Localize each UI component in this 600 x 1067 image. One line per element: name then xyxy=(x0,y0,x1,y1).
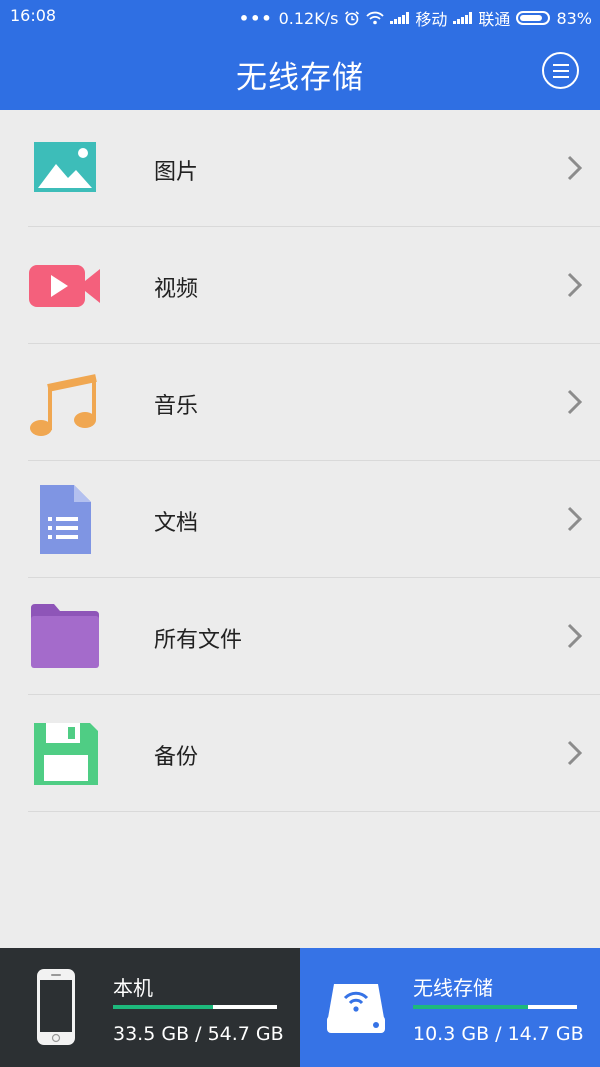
menu-icon-line xyxy=(553,76,569,78)
battery-level: 83% xyxy=(556,8,592,28)
wireless-storage-progress xyxy=(413,1005,577,1009)
wireless-drive-icon xyxy=(327,984,385,1033)
status-bar: 16:08 ••• 0.12K/s 移动 联通 83% xyxy=(0,0,600,32)
carrier-2: 联通 xyxy=(478,10,511,29)
list-item-all-files[interactable]: 所有文件 xyxy=(0,578,600,695)
list-item-label: 视频 xyxy=(154,277,199,302)
progress-fill xyxy=(413,1005,528,1009)
alarm-icon xyxy=(345,11,360,26)
folder-icon xyxy=(31,604,99,668)
list-item-images[interactable]: 图片 xyxy=(0,110,600,227)
list-item-documents[interactable]: 文档 xyxy=(0,461,600,578)
list-item-videos[interactable]: 视频 xyxy=(0,227,600,344)
wireless-storage-panel[interactable]: 无线存储 10.3 GB / 14.7 GB xyxy=(300,948,600,1067)
chevron-right-icon xyxy=(567,389,583,415)
chevron-right-icon xyxy=(567,740,583,766)
divider xyxy=(28,811,600,812)
image-icon xyxy=(34,142,96,192)
list-item-backup[interactable]: 备份 xyxy=(0,695,600,812)
status-icons: ••• 0.12K/s 移动 联通 83% xyxy=(239,6,592,30)
wireless-storage-size: 10.3 GB / 14.7 GB xyxy=(413,1023,584,1045)
menu-icon-line xyxy=(553,64,569,66)
chevron-right-icon xyxy=(567,623,583,649)
wifi-icon xyxy=(366,11,385,25)
list-item-label: 备份 xyxy=(154,745,199,770)
app-bar: 无线存储 xyxy=(0,32,600,110)
music-icon xyxy=(30,374,97,436)
signal-icon xyxy=(390,12,410,24)
phone-icon xyxy=(37,969,75,1045)
more-dots-icon: ••• xyxy=(238,8,273,28)
storage-footer: 本机 33.5 GB / 54.7 GB 无线存储 10.3 GB / 14.7… xyxy=(0,948,600,1067)
list-item-label: 音乐 xyxy=(154,394,199,419)
local-storage-panel[interactable]: 本机 33.5 GB / 54.7 GB xyxy=(0,948,300,1067)
local-storage-progress xyxy=(113,1005,277,1009)
signal-icon xyxy=(453,12,473,24)
chevron-right-icon xyxy=(567,272,583,298)
document-icon xyxy=(40,485,91,554)
list-item-label: 所有文件 xyxy=(154,628,243,653)
chevron-right-icon xyxy=(567,506,583,532)
status-time: 16:08 xyxy=(10,6,57,25)
local-storage-size: 33.5 GB / 54.7 GB xyxy=(113,1023,284,1045)
floppy-disk-icon xyxy=(34,723,98,785)
menu-icon-line xyxy=(553,70,569,72)
progress-fill xyxy=(113,1005,214,1009)
list-item-music[interactable]: 音乐 xyxy=(0,344,600,461)
carrier-1: 移动 xyxy=(415,10,448,29)
chevron-right-icon xyxy=(567,155,583,181)
video-icon xyxy=(29,265,100,307)
category-list: 图片 视频 音乐 文档 所有文件 备份 xyxy=(0,110,600,812)
page-title: 无线存储 xyxy=(236,60,364,96)
network-speed: 0.12K/s xyxy=(278,8,339,28)
local-storage-name: 本机 xyxy=(113,976,153,1000)
list-item-label: 图片 xyxy=(154,160,199,185)
menu-button[interactable] xyxy=(542,52,579,89)
wireless-storage-name: 无线存储 xyxy=(413,976,493,1000)
list-item-label: 文档 xyxy=(154,511,199,536)
battery-icon xyxy=(516,11,551,25)
